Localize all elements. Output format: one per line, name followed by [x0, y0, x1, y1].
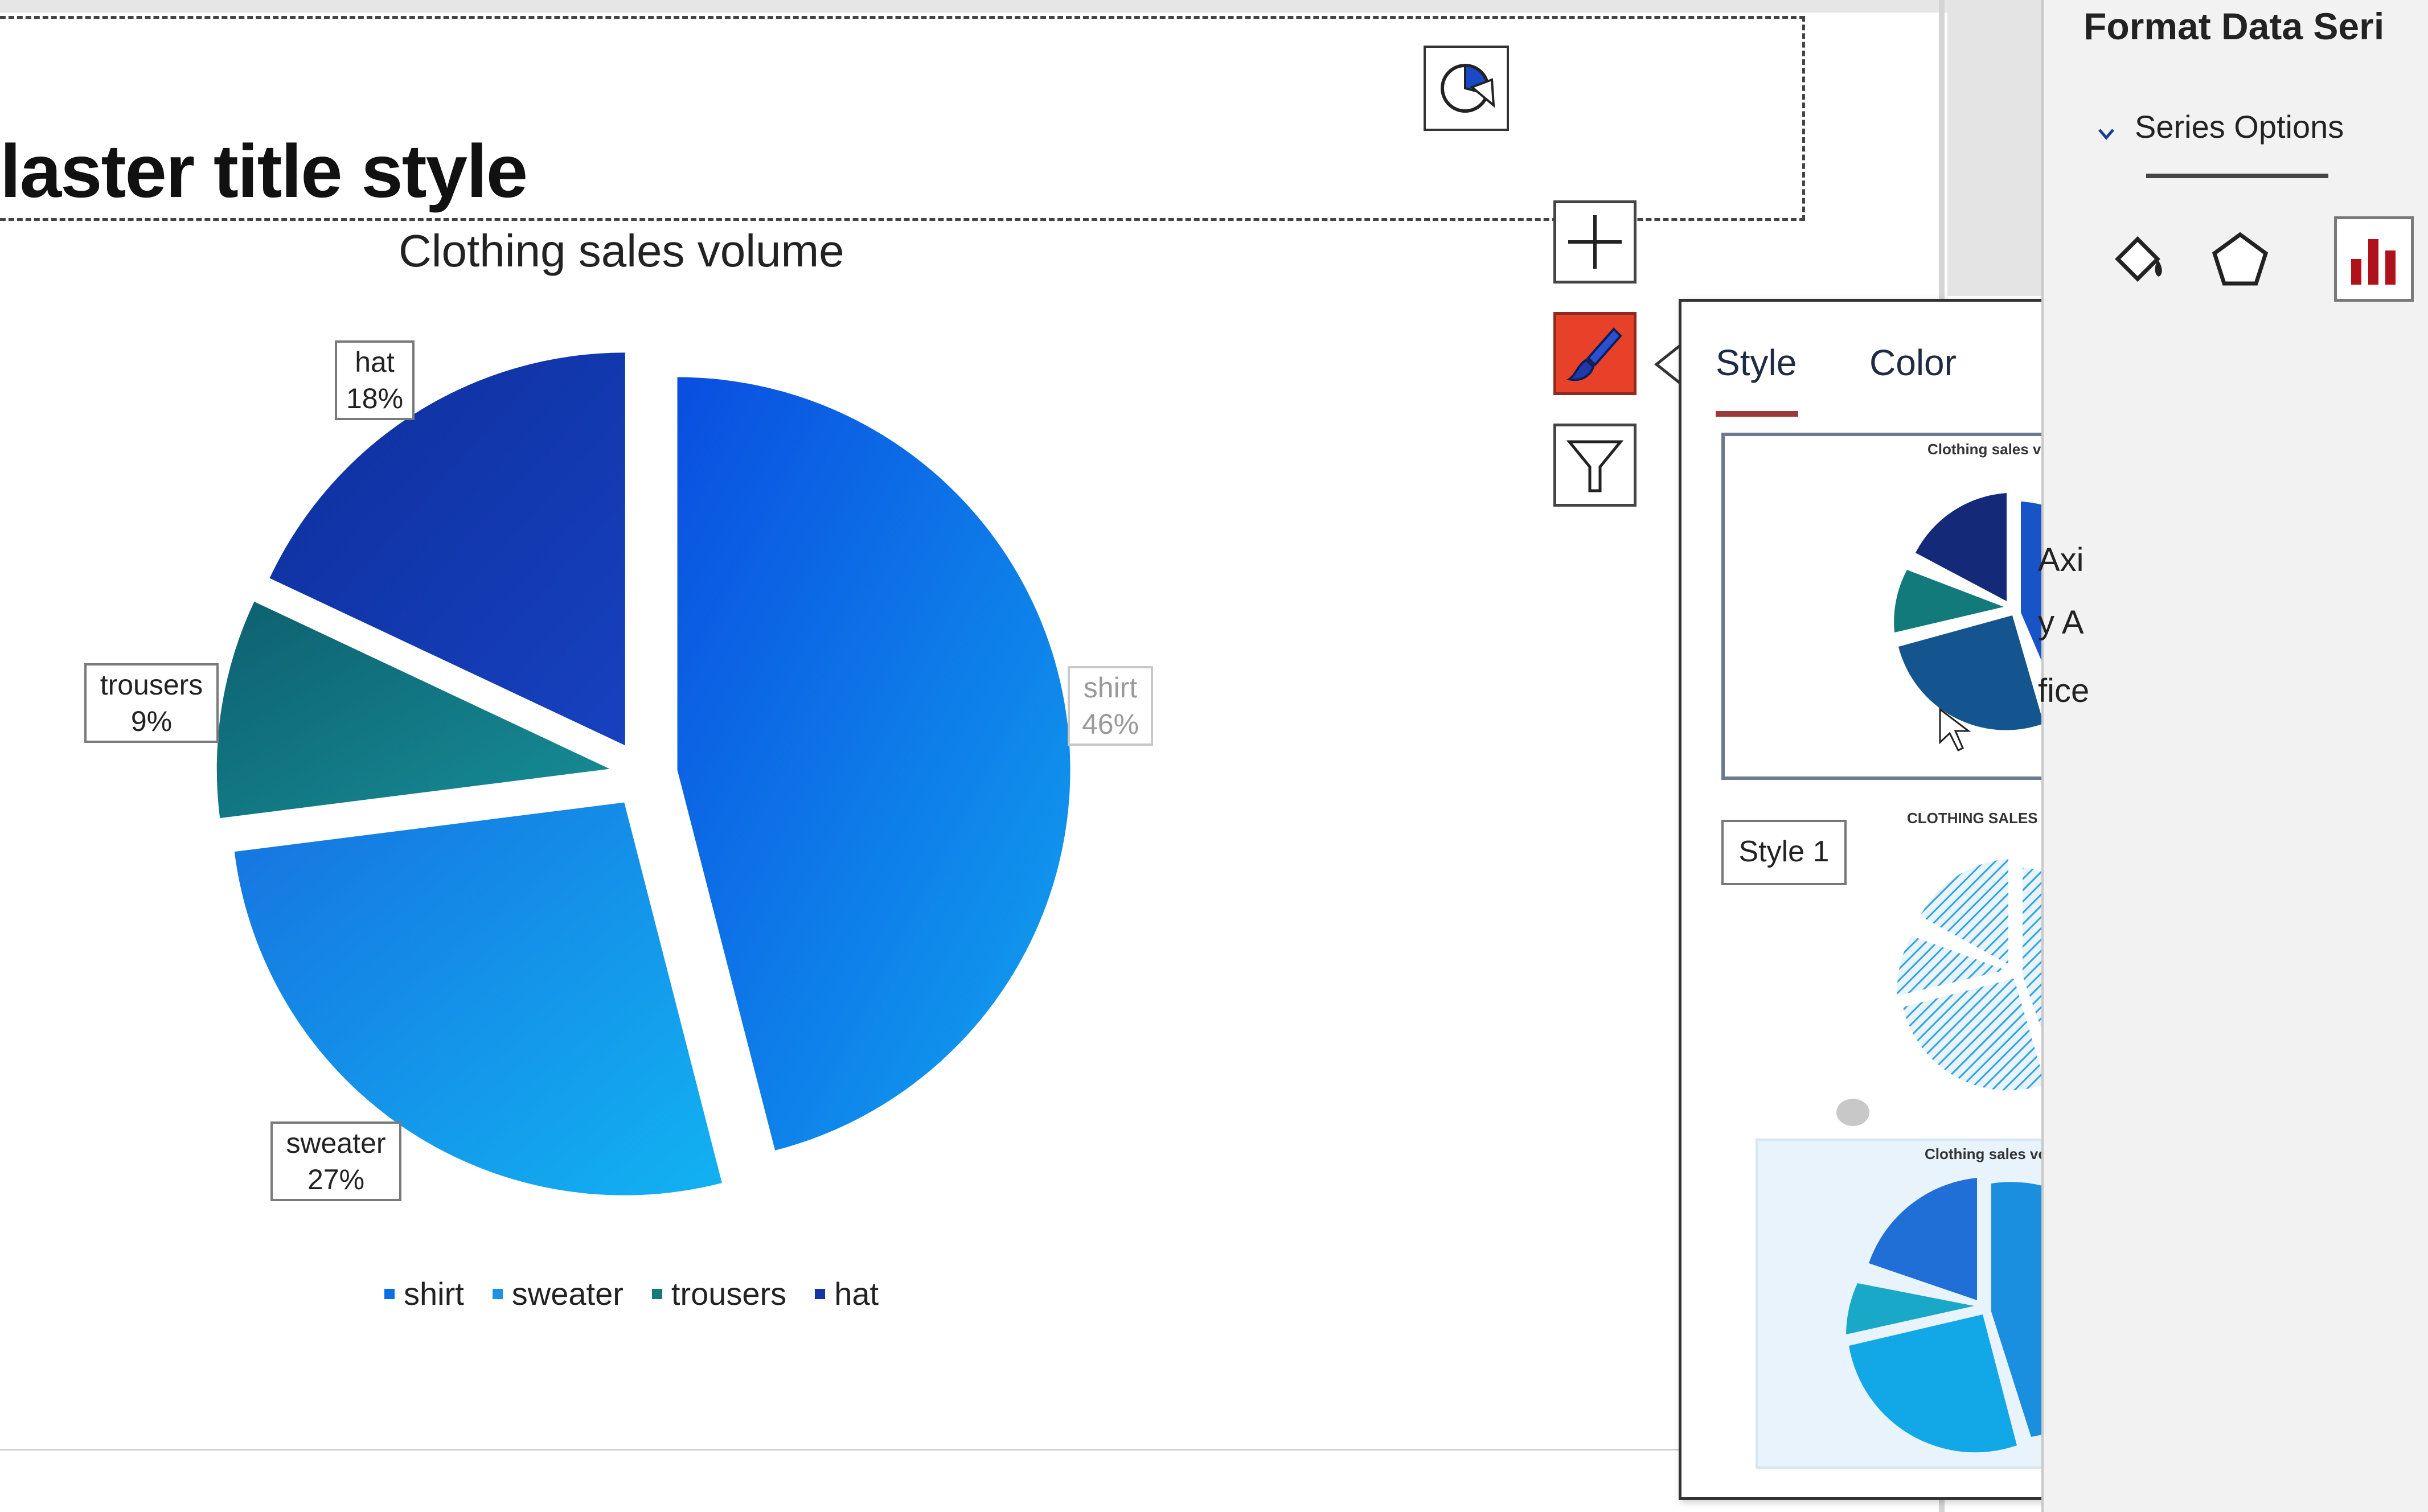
data-label-hat-name: hat: [355, 346, 395, 378]
series-options-section[interactable]: Series Options: [2135, 108, 2344, 145]
brush-icon: [1566, 327, 1622, 381]
section-underline: [2146, 174, 2328, 178]
data-label-sweater[interactable]: sweater 27%: [270, 1121, 401, 1201]
data-label-hat-value: 18%: [346, 383, 404, 414]
legend-item-hat[interactable]: hat: [815, 1275, 879, 1312]
data-label-trousers-value: 9%: [130, 705, 173, 737]
filter-icon: [1566, 440, 1624, 492]
pentagon-icon[interactable]: [2200, 216, 2280, 302]
legend-item-shirt[interactable]: shirt: [384, 1275, 464, 1312]
data-label-trousers[interactable]: trousers 9%: [84, 663, 219, 743]
format-data-series-pane[interactable]: Format Data Seri Series Options Axi y A …: [2038, 0, 2428, 1512]
data-label-trousers-name: trousers: [100, 669, 203, 701]
legend-label-hat: hat: [834, 1276, 879, 1312]
plus-icon: [1568, 215, 1622, 269]
data-label-sweater-name: sweater: [286, 1127, 386, 1159]
pane-fragment-3: fice: [2038, 672, 2090, 709]
legend-swatch-trousers: [651, 1288, 662, 1299]
style-tooltip: Style 1: [1721, 820, 1847, 885]
data-label-shirt-name: shirt: [1083, 672, 1138, 704]
legend-item-trousers[interactable]: trousers: [651, 1275, 787, 1312]
cursor-dot: [1836, 1099, 1869, 1126]
legend-label-sweater: sweater: [511, 1276, 624, 1312]
pane-fragment-1: Axi: [2038, 541, 2084, 578]
data-label-hat[interactable]: hat 18%: [335, 340, 415, 420]
chevron-down-icon[interactable]: [2098, 125, 2115, 142]
tab-color[interactable]: Color: [1869, 342, 1957, 384]
legend-swatch-hat: [815, 1288, 826, 1299]
legend-swatch-shirt: [384, 1288, 395, 1299]
active-tab-indicator: [1716, 411, 1798, 417]
fill-bucket-icon[interactable]: [2098, 216, 2177, 302]
slide-bottom-line: [0, 1449, 1679, 1451]
chart-filters-button[interactable]: [1553, 424, 1637, 507]
data-label-shirt[interactable]: shirt 46%: [1068, 666, 1153, 746]
legend-swatch-sweater: [492, 1288, 503, 1299]
pie-slice-shirt[interactable]: [677, 377, 1071, 1151]
data-label-sweater-value: 27%: [307, 1164, 365, 1195]
chart-elements-button[interactable]: [1553, 200, 1637, 284]
legend-label-trousers: trousers: [671, 1276, 787, 1312]
tab-style[interactable]: Style: [1716, 342, 1797, 384]
legend-item-sweater[interactable]: sweater: [492, 1275, 624, 1312]
bar-chart-icon[interactable]: [2334, 216, 2414, 302]
pane-strip: [1947, 0, 2044, 296]
chart-styles-button[interactable]: [1553, 312, 1637, 395]
pane-title: Format Data Seri: [2084, 5, 2385, 47]
data-label-shirt-value: 46%: [1081, 708, 1139, 740]
legend-label-shirt: shirt: [404, 1276, 464, 1312]
chart-legend[interactable]: shirt sweater trousers hat: [384, 1275, 879, 1312]
pane-fragment-2: y A: [2038, 604, 2084, 641]
